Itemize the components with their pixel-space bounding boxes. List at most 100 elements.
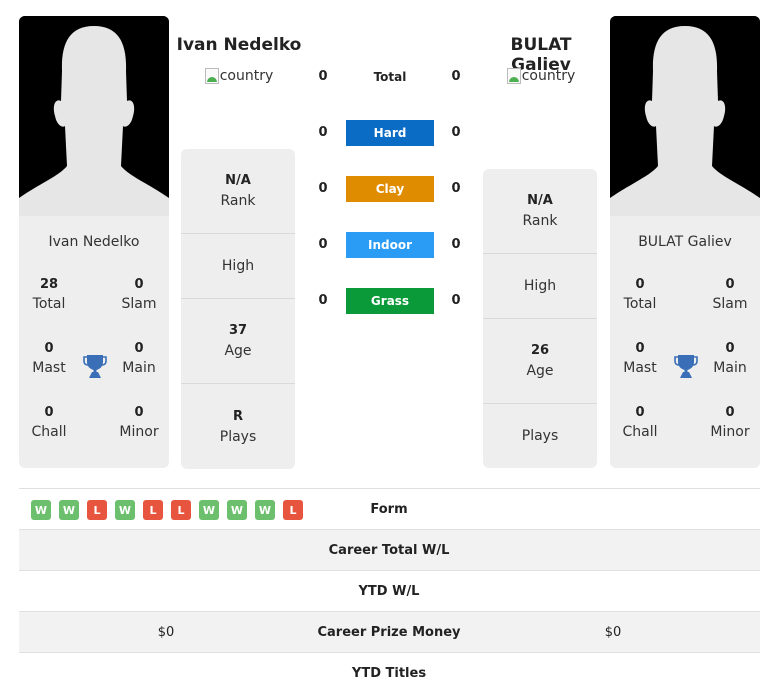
- titles-chall-value: 0: [635, 405, 645, 420]
- player2-rank: N/A Rank: [483, 169, 597, 254]
- stats-table: WWLWLLWWWL Form Career Total W/L YTD W/L…: [19, 488, 760, 694]
- surface-hard-badge[interactable]: Hard: [346, 120, 434, 146]
- titles-slam-label: Slam: [712, 296, 748, 312]
- age-value: 26: [530, 343, 550, 358]
- titles-total-label: Total: [32, 296, 66, 312]
- broken-image-icon: [204, 68, 219, 84]
- player2-country: country: [478, 68, 604, 84]
- h2h-row-total: 0 Total 0: [310, 64, 470, 92]
- player1-rank: N/A Rank: [181, 149, 295, 234]
- h2h-row-indoor: 0 Indoor 0: [310, 232, 470, 260]
- h2h-row-grass: 0 Grass 0: [310, 288, 470, 316]
- high-label: High: [221, 258, 255, 274]
- form-badges: WWLWLLWWWL: [31, 500, 303, 520]
- player1-card-name: Ivan Nedelko: [48, 234, 140, 250]
- player1-card: Ivan Nedelko 28 Total 0 Slam 0 Mast 0 Ma…: [19, 16, 169, 468]
- stats-row-ytd-wl: YTD W/L: [19, 571, 760, 612]
- surface-total-label: Total: [373, 70, 407, 84]
- player1-name[interactable]: Ivan Nedelko: [176, 35, 302, 55]
- trophy-icon: [83, 353, 107, 379]
- titles-slam-value: 0: [134, 277, 144, 292]
- player2-titles: 0 Total 0 Slam 0 Mast 0 Main 0 Chall 0 M…: [610, 268, 760, 458]
- right-value: [513, 571, 713, 611]
- titles-chall: 0 Chall: [19, 404, 79, 442]
- titles-total-value: 0: [635, 277, 645, 292]
- row-label: YTD Titles: [351, 665, 427, 681]
- titles-mast-label: Mast: [623, 360, 657, 376]
- age-label: Age: [224, 343, 252, 359]
- form-badge-win[interactable]: W: [255, 500, 275, 520]
- row-label: Career Total W/L: [328, 542, 450, 558]
- player1-plays: R Plays: [181, 384, 295, 469]
- titles-total-label: Total: [623, 296, 657, 312]
- titles-minor-value: 0: [134, 405, 144, 420]
- h2h-row-clay: 0 Clay 0: [310, 176, 470, 204]
- titles-main-value: 0: [134, 341, 144, 356]
- titles-main: 0 Main: [700, 340, 760, 378]
- player1-country-alt: country: [219, 68, 274, 84]
- surface-clay-badge[interactable]: Clay: [346, 176, 434, 202]
- surface-indoor-badge[interactable]: Indoor: [346, 232, 434, 258]
- form-badge-loss[interactable]: L: [143, 500, 163, 520]
- high-label: High: [523, 278, 557, 294]
- h2h-right-value: 0: [451, 125, 461, 140]
- age-label: Age: [526, 363, 554, 379]
- player1-photo: [19, 16, 169, 216]
- h2h-row-hard: 0 Hard 0: [310, 120, 470, 148]
- player1-high: High: [181, 234, 295, 299]
- rank-value: N/A: [527, 193, 553, 208]
- right-value: [513, 530, 713, 570]
- left-value: [66, 530, 266, 570]
- titles-main-label: Main: [122, 360, 156, 376]
- form-badge-win[interactable]: W: [59, 500, 79, 520]
- right-value: $0: [604, 624, 622, 640]
- titles-mast: 0 Mast: [610, 340, 670, 378]
- titles-total-value: 28: [39, 277, 59, 292]
- titles-slam: 0 Slam: [109, 276, 169, 314]
- h2h-right-value: 0: [451, 293, 461, 308]
- player2-age: 26 Age: [483, 319, 597, 404]
- titles-minor-label: Minor: [119, 424, 159, 440]
- titles-total: 0 Total: [610, 276, 670, 314]
- titles-minor-value: 0: [725, 405, 735, 420]
- player1-info-panel: N/A Rank High 37 Age R Plays: [181, 149, 295, 469]
- form-label: Form: [370, 501, 408, 517]
- avatar-silhouette-icon: [610, 16, 760, 216]
- left-value: $0: [157, 624, 175, 640]
- form-badge-win[interactable]: W: [31, 500, 51, 520]
- titles-chall-label: Chall: [31, 424, 67, 440]
- titles-main-label: Main: [713, 360, 747, 376]
- plays-label: Plays: [521, 428, 559, 444]
- titles-slam-value: 0: [725, 277, 735, 292]
- h2h-right-value: 0: [451, 237, 461, 252]
- surface-grass-badge[interactable]: Grass: [346, 288, 434, 314]
- h2h-left-value: 0: [318, 69, 328, 84]
- player2-card: BULAT Galiev 0 Total 0 Slam 0 Mast 0 Mai…: [610, 16, 760, 468]
- titles-main: 0 Main: [109, 340, 169, 378]
- form-badge-win[interactable]: W: [199, 500, 219, 520]
- form-badge-win[interactable]: W: [227, 500, 247, 520]
- titles-minor: 0 Minor: [109, 404, 169, 442]
- player1-country: country: [176, 68, 302, 84]
- player1-titles: 28 Total 0 Slam 0 Mast 0 Main 0 Chall 0 …: [19, 268, 169, 458]
- form-badge-loss[interactable]: L: [87, 500, 107, 520]
- rank-label: Rank: [220, 193, 256, 209]
- form-row: WWLWLLWWWL Form: [19, 489, 760, 530]
- row-label: Career Prize Money: [317, 624, 461, 640]
- form-badge-loss[interactable]: L: [171, 500, 191, 520]
- player2-plays: Plays: [483, 404, 597, 468]
- plays-value: R: [232, 408, 243, 424]
- broken-image-icon: [506, 68, 521, 84]
- titles-slam: 0 Slam: [700, 276, 760, 314]
- titles-main-value: 0: [725, 341, 735, 356]
- form-badge-win[interactable]: W: [115, 500, 135, 520]
- player2-photo: [610, 16, 760, 216]
- trophy-icon: [674, 353, 698, 379]
- titles-minor: 0 Minor: [700, 404, 760, 442]
- left-value: [66, 653, 266, 693]
- titles-slam-label: Slam: [121, 296, 157, 312]
- titles-chall-label: Chall: [622, 424, 658, 440]
- stats-row-ytd-titles: YTD Titles: [19, 653, 760, 694]
- age-value: 37: [228, 323, 248, 338]
- plays-label: Plays: [219, 428, 257, 445]
